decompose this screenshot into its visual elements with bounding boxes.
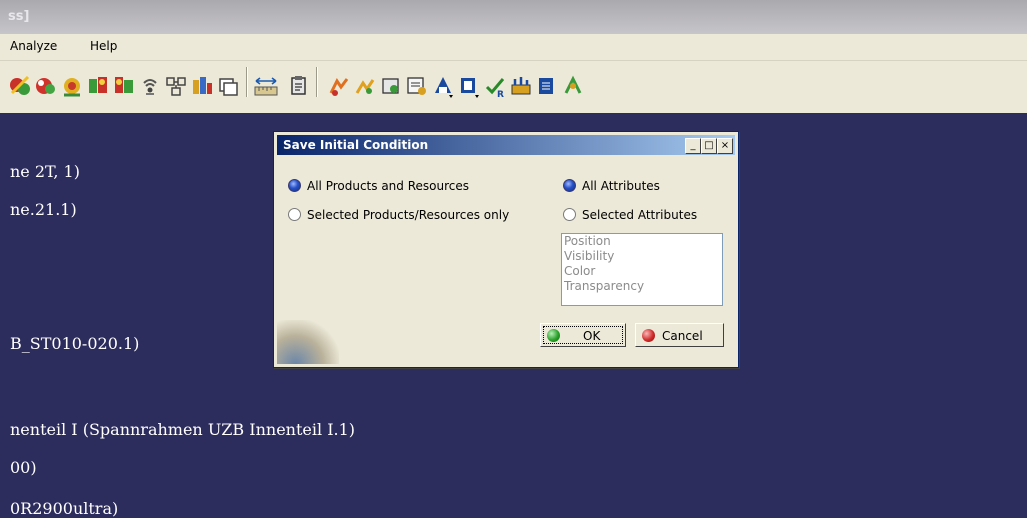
ok-button[interactable]: OK	[540, 323, 626, 347]
tree-node[interactable]: 00)	[10, 458, 37, 477]
tree-node[interactable]: 0R2900ultra)	[10, 499, 118, 518]
ok-icon	[547, 329, 560, 342]
all-products-radio[interactable]	[288, 179, 301, 192]
selected-products-label[interactable]: Selected Products/Resources only	[307, 208, 509, 222]
selected-attributes-radio[interactable]	[563, 208, 576, 221]
cancel-label: Cancel	[662, 329, 703, 343]
toolbar-separator	[316, 67, 318, 97]
analyze-icon-6[interactable]	[457, 71, 481, 101]
window-title: ss]	[8, 9, 30, 24]
analyze-icon-7[interactable]: R	[483, 71, 507, 101]
analyze-icon-3[interactable]	[379, 71, 403, 101]
sim-icon-3[interactable]	[60, 71, 84, 101]
analyze-icon-9[interactable]	[535, 71, 559, 101]
list-item: Transparency	[564, 279, 645, 293]
analyze-icon-2[interactable]	[353, 71, 377, 101]
all-attributes-label[interactable]: All Attributes	[582, 179, 660, 193]
analyze-icon-8[interactable]	[509, 71, 533, 101]
app-titlebar: ss]	[0, 0, 1027, 34]
sim-icon-2[interactable]	[34, 71, 58, 101]
menu-help[interactable]: Help	[90, 39, 117, 53]
toolbar-separator	[246, 67, 248, 97]
list-item: Position	[564, 234, 611, 248]
dialog-title: Save Initial Condition	[283, 138, 429, 152]
toolbar: R	[0, 61, 1027, 113]
cancel-icon	[642, 329, 655, 342]
tree-node[interactable]: nenteil I (Spannrahmen UZB Innenteil I.1…	[10, 420, 355, 439]
sim-icon-5[interactable]	[112, 71, 136, 101]
analyze-icon-4[interactable]	[405, 71, 429, 101]
maximize-button[interactable]: □	[701, 138, 717, 154]
resource-icon[interactable]	[190, 71, 214, 101]
dialog-titlebar[interactable]: Save Initial Condition _ □ ×	[277, 135, 735, 155]
menu-analyze[interactable]: Analyze	[10, 39, 57, 53]
all-attributes-radio[interactable]	[563, 179, 576, 192]
cancel-button[interactable]: Cancel	[635, 323, 724, 347]
analyze-icon-5[interactable]	[431, 71, 455, 101]
sim-icon-4[interactable]	[86, 71, 110, 101]
all-products-label[interactable]: All Products and Resources	[307, 179, 469, 193]
analyze-icon-10[interactable]	[561, 71, 585, 101]
window-icon[interactable]	[216, 71, 240, 101]
clipboard-icon[interactable]	[287, 71, 311, 101]
save-initial-condition-dialog: Save Initial Condition _ □ × All Product…	[273, 131, 739, 368]
list-item: Visibility	[564, 249, 615, 263]
ok-label: OK	[583, 329, 601, 343]
tree-node[interactable]: B_ST010-020.1)	[10, 334, 139, 353]
close-button[interactable]: ×	[717, 138, 733, 154]
tree-node[interactable]: ne 2T, 1)	[10, 162, 80, 181]
attributes-list[interactable]: Position Visibility Color Transparency	[561, 233, 723, 306]
selected-attributes-label[interactable]: Selected Attributes	[582, 208, 697, 222]
selected-products-radio[interactable]	[288, 208, 301, 221]
sim-icon-1[interactable]	[8, 71, 32, 101]
sensor-icon[interactable]	[138, 71, 162, 101]
svg-text:R: R	[497, 90, 504, 100]
menu-bar: Analyze Help	[0, 34, 1027, 61]
list-item: Color	[564, 264, 596, 278]
measure-icon[interactable]	[252, 71, 280, 101]
network-icon[interactable]	[164, 71, 188, 101]
minimize-button[interactable]: _	[685, 138, 701, 154]
analyze-icon-1[interactable]	[327, 71, 351, 101]
dialog-decoration-image	[277, 320, 339, 364]
tree-node[interactable]: ne.21.1)	[10, 200, 77, 219]
